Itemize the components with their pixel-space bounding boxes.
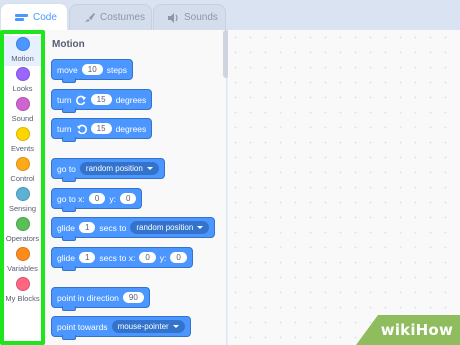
point-in-direction-block[interactable]: point in direction 90 [51,287,150,311]
dropdown-value: mouse-pointer [117,322,169,331]
category-looks-dot [15,67,30,81]
steps-input[interactable]: 10 [81,64,103,75]
chevron-down-icon [146,167,153,170]
palette-section-title: Motion [52,39,85,50]
category-variables-dot [15,247,30,261]
code-icon [15,14,28,21]
rotate-counterclockwise-icon [76,124,87,134]
block-text: y: [159,252,167,263]
category-variables[interactable]: Variables [4,246,41,276]
costume-brush-icon [85,13,95,22]
move-steps-block[interactable]: move 10 steps [51,59,134,83]
category-looks[interactable]: Looks [4,66,41,96]
block-text: degrees [115,94,147,105]
glide-to-block[interactable]: glide 1 secs to random position [51,217,216,241]
category-motion[interactable]: Motion [4,36,41,66]
turn-left-block[interactable]: turn 15 degrees [51,118,153,142]
speaker-icon [168,12,178,23]
block-text: secs to [99,222,127,233]
block-text: point in direction [57,292,119,303]
point-towards-block[interactable]: point towards mouse-pointer [51,316,191,340]
point-towards-dropdown[interactable]: mouse-pointer [111,320,185,333]
go-to-target-dropdown[interactable]: random position [79,162,159,175]
category-looks-label: Looks [12,84,33,93]
tab-code[interactable]: Code [0,3,68,31]
glide-target-dropdown[interactable]: random position [130,221,210,234]
y-input[interactable]: 0 [170,252,187,263]
category-sound[interactable]: Sound [4,96,41,126]
category-operators-dot [15,217,30,231]
block-text: glide [57,222,75,233]
degrees-input[interactable]: 15 [90,94,112,105]
go-to-block[interactable]: go to random position [51,158,165,182]
block-text: y: [109,193,116,204]
category-menu: Motion Looks Sound Events Control Sensin… [0,30,45,345]
category-sound-dot [15,97,30,111]
block-text: glide [57,252,75,263]
chevron-down-icon [197,226,204,229]
block-text: degrees [115,123,147,134]
script-workspace[interactable] [228,30,460,345]
category-control-label: Control [10,174,35,183]
category-sensing-label: Sensing [8,204,37,213]
chevron-down-icon [172,325,179,328]
tab-sounds-label: Sounds [184,12,218,23]
block-text: turn [57,123,72,134]
category-sound-label: Sound [11,114,34,123]
block-text: turn [57,94,72,105]
category-sensing-dot [15,187,30,201]
category-events[interactable]: Events [4,126,41,156]
degrees-input[interactable]: 15 [90,123,112,134]
category-control-dot [15,157,30,171]
block-text: go to [57,163,76,174]
secs-input[interactable]: 1 [78,222,96,233]
secs-input[interactable]: 1 [78,252,96,263]
category-my-blocks[interactable]: My Blocks [4,276,41,306]
category-variables-label: Variables [7,264,38,273]
x-input[interactable]: 0 [88,193,106,204]
turn-right-block[interactable]: turn 15 degrees [51,89,153,113]
block-text: secs to x: [99,252,136,263]
dropdown-value: random position [85,164,143,173]
glide-to-xy-block[interactable]: glide 1 secs to x: 0 y: 0 [51,247,193,271]
watermark-text: wikiHow [380,321,453,339]
rotate-clockwise-icon [75,95,86,105]
dropdown-value: random position [136,223,194,232]
x-input[interactable]: 0 [139,252,156,263]
block-text: steps [106,64,128,75]
tab-code-label: Code [33,12,57,23]
category-events-label: Events [11,144,34,153]
category-my-blocks-label: My Blocks [5,294,40,303]
block-text: go to x: [57,193,85,204]
editor-tab-bar: Code Costumes Sounds [0,0,460,31]
block-text: point towards [57,321,108,332]
direction-input[interactable]: 90 [122,292,144,303]
category-operators-label: Operators [5,234,40,243]
tab-sounds[interactable]: Sounds [153,4,226,30]
category-events-dot [15,127,30,141]
block-text: move [57,64,78,75]
go-to-xy-block[interactable]: go to x: 0 y: 0 [51,188,143,212]
tab-costumes[interactable]: Costumes [69,4,152,30]
category-motion-label: Motion [11,54,34,63]
y-input[interactable]: 0 [119,193,137,204]
category-sensing[interactable]: Sensing [4,186,41,216]
tab-costumes-label: Costumes [100,12,146,23]
category-operators[interactable]: Operators [4,216,41,246]
category-control[interactable]: Control [4,156,41,186]
category-my-blocks-dot [15,277,30,291]
category-motion-dot [15,37,30,51]
